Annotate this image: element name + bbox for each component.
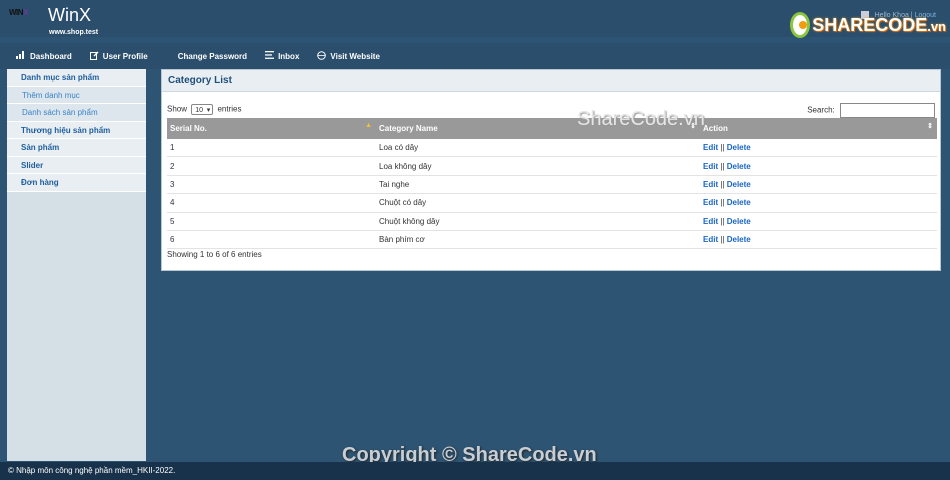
- action-separator: ||: [720, 216, 725, 226]
- show-label: Show: [167, 104, 188, 114]
- logo[interactable]: WINX: [9, 8, 28, 17]
- nav-user-profile-label: User Profile: [102, 51, 148, 61]
- table-row: 2 Loa không dây Edit || Delete: [167, 156, 937, 176]
- cell-category-name: Chuột không dây: [376, 212, 700, 231]
- cell-action: Edit || Delete: [700, 193, 937, 213]
- column-serial-no-label: Serial No.: [170, 124, 207, 133]
- table-row: 3 Tai nghe Edit || Delete: [167, 175, 937, 195]
- search-control: Search:: [807, 103, 935, 118]
- table-info: Showing 1 to 6 of 6 entries: [167, 250, 262, 259]
- footer: © Nhập môn công nghệ phần mềm_HKII-2022.: [0, 462, 950, 480]
- cell-category-name: Loa không dây: [376, 156, 700, 176]
- cell-serial-no: 5: [167, 212, 376, 231]
- nav-change-password-label: Change Password: [177, 51, 248, 61]
- category-table: Serial No. ▲ Category Name ⇕ Action ⇕ 1 …: [167, 118, 937, 250]
- table-controls: Show 10 entries Search:: [162, 92, 940, 118]
- edit-link[interactable]: Edit: [703, 162, 718, 171]
- entries-label: entries: [217, 104, 242, 114]
- table-row: 1 Loa có dây Edit || Delete: [167, 139, 937, 158]
- cell-category-name: Tai nghe: [376, 175, 700, 195]
- nav-visit-website-label: Visit Website: [330, 51, 380, 61]
- cell-serial-no: 2: [167, 156, 376, 176]
- nav-change-password[interactable]: Change Password: [178, 52, 247, 61]
- table-row: 4 Chuột có dây Edit || Delete: [167, 193, 937, 213]
- cell-category-name: Loa có dây: [376, 139, 700, 158]
- top-nav: Dashboard User Profile Change Password I…: [0, 43, 950, 69]
- edit-link[interactable]: Edit: [703, 198, 718, 207]
- nav-inbox-label: Inbox: [278, 51, 300, 61]
- sharecode-logo-text: SHARECODE.vn: [812, 15, 946, 36]
- cell-action: Edit || Delete: [700, 230, 937, 250]
- edit-link[interactable]: Edit: [703, 143, 718, 152]
- action-separator: ||: [720, 179, 725, 189]
- sidebar-item-orders[interactable]: Đơn hàng: [7, 174, 146, 192]
- category-list-panel: Category List Show 10 entries Search: Se…: [161, 69, 941, 271]
- edit-link[interactable]: Edit: [703, 180, 718, 189]
- header: WINX WinX www.shop.test Hello Khoa | Log…: [0, 0, 950, 40]
- table-header-row: Serial No. ▲ Category Name ⇕ Action ⇕: [167, 118, 937, 139]
- sidebar-item-brands[interactable]: Thương hiệu sản phẩm: [7, 121, 146, 139]
- bar-chart-icon: [16, 51, 26, 61]
- cell-serial-no: 6: [167, 230, 376, 250]
- table-row: 6 Bàn phím cơ Edit || Delete: [167, 230, 937, 250]
- action-separator: ||: [720, 161, 725, 171]
- site-title[interactable]: WinX: [48, 5, 91, 26]
- logo-accent: X: [23, 8, 28, 17]
- edit-icon: [89, 50, 99, 62]
- cell-action: Edit || Delete: [700, 212, 937, 231]
- panel-title: Category List: [162, 70, 940, 92]
- table-row: 5 Chuột không dây Edit || Delete: [167, 212, 937, 231]
- sort-icon: ⇕: [690, 123, 696, 130]
- sidebar-item-product-list[interactable]: Danh sách sản phẩm: [7, 104, 146, 122]
- column-action[interactable]: Action ⇕: [700, 118, 937, 139]
- cell-serial-no: 3: [167, 175, 376, 195]
- page-length-control: Show 10 entries: [167, 104, 242, 116]
- action-separator: ||: [720, 235, 725, 245]
- delete-link[interactable]: Delete: [727, 198, 751, 207]
- search-input[interactable]: [840, 103, 935, 118]
- delete-link[interactable]: Delete: [727, 217, 751, 226]
- nav-visit-website[interactable]: Visit Website: [317, 50, 380, 62]
- page-length-select[interactable]: 10: [191, 104, 214, 116]
- globe-icon: [317, 50, 327, 62]
- column-serial-no[interactable]: Serial No. ▲: [167, 118, 376, 139]
- nav-user-profile[interactable]: User Profile: [89, 50, 148, 62]
- nav-inbox[interactable]: Inbox: [265, 51, 299, 61]
- column-category-name[interactable]: Category Name ⇕: [376, 118, 700, 139]
- sidebar-item-products[interactable]: Sản phẩm: [7, 139, 146, 157]
- nav-dashboard[interactable]: Dashboard: [16, 51, 72, 61]
- cell-category-name: Bàn phím cơ: [376, 230, 700, 250]
- sharecode-logo-icon: [790, 12, 811, 38]
- sidebar: Danh mục sản phẩm Thêm danh mục Danh sác…: [7, 69, 146, 461]
- delete-link[interactable]: Delete: [727, 143, 751, 152]
- logo-text: WIN: [9, 8, 24, 17]
- site-url: www.shop.test: [49, 29, 99, 36]
- list-icon: [265, 51, 275, 61]
- sidebar-item-slider[interactable]: Slider: [7, 156, 146, 174]
- sort-icon: ⇕: [927, 123, 933, 130]
- action-separator: ||: [720, 198, 725, 208]
- sidebar-item-add-category[interactable]: Thêm danh mục: [7, 86, 146, 104]
- cell-action: Edit || Delete: [700, 175, 937, 195]
- cell-serial-no: 1: [167, 139, 376, 158]
- sort-asc-icon: ▲: [365, 122, 372, 129]
- column-action-label: Action: [703, 124, 728, 133]
- edit-link[interactable]: Edit: [703, 235, 718, 244]
- search-label: Search:: [807, 105, 835, 115]
- sharecode-logo-watermark: SHARECODE.vn: [790, 10, 946, 40]
- nav-dashboard-label: Dashboard: [30, 51, 72, 61]
- watermark-brand: SHARECODE: [812, 14, 928, 35]
- cell-action: Edit || Delete: [700, 139, 937, 158]
- delete-link[interactable]: Delete: [727, 162, 751, 171]
- sidebar-item-categories[interactable]: Danh mục sản phẩm: [7, 69, 146, 87]
- column-category-name-label: Category Name: [379, 124, 438, 133]
- delete-link[interactable]: Delete: [727, 235, 751, 244]
- action-separator: ||: [720, 143, 725, 153]
- cell-serial-no: 4: [167, 193, 376, 213]
- edit-link[interactable]: Edit: [703, 217, 718, 226]
- delete-link[interactable]: Delete: [727, 180, 751, 189]
- cell-action: Edit || Delete: [700, 156, 937, 176]
- cell-category-name: Chuột có dây: [376, 193, 700, 213]
- watermark-suffix: .vn: [927, 18, 946, 34]
